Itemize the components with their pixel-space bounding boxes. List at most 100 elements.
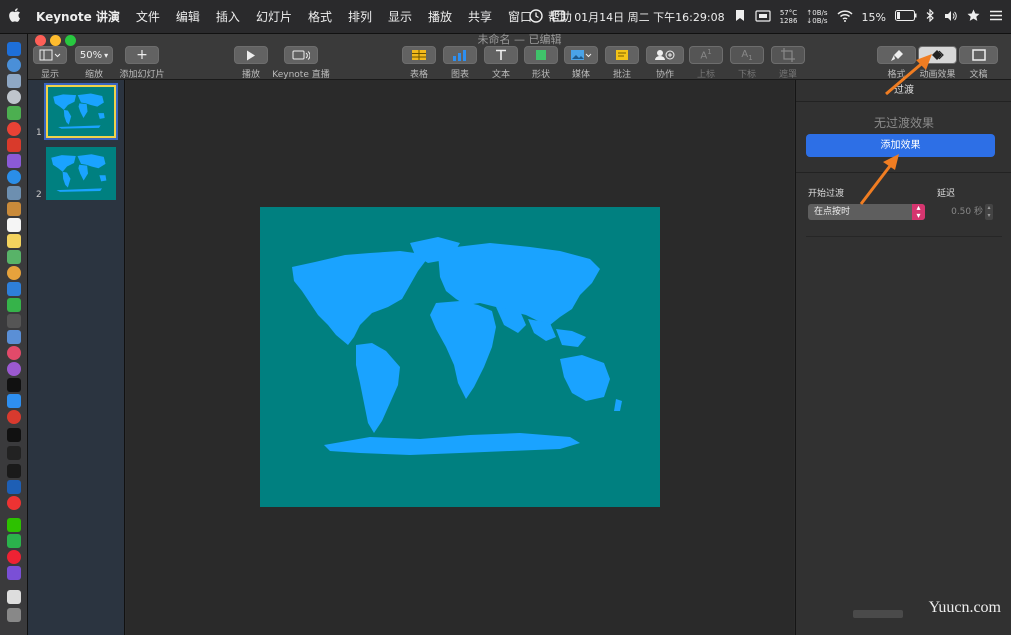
terminal-icon[interactable]	[7, 428, 21, 442]
cpu-icon[interactable]	[754, 9, 771, 25]
list-menu-icon[interactable]	[989, 10, 1003, 24]
finalcut-icon[interactable]	[7, 566, 21, 580]
menu-arrange[interactable]: 排列	[340, 8, 380, 25]
menu-format[interactable]: 格式	[300, 8, 340, 25]
volume-icon[interactable]	[944, 10, 958, 25]
delay-stepper[interactable]: ▴ ▾	[985, 204, 993, 220]
photos-icon[interactable]	[7, 266, 21, 280]
menu-view[interactable]: 显示	[380, 8, 420, 25]
shape-button[interactable]	[524, 46, 558, 64]
animate-button[interactable]	[918, 46, 957, 64]
wechat-icon[interactable]	[7, 518, 21, 532]
superscript-button[interactable]: A1	[689, 46, 723, 64]
menu-file[interactable]: 文件	[128, 8, 168, 25]
text-button[interactable]	[484, 46, 518, 64]
maps-icon[interactable]	[7, 250, 21, 264]
add-effect-button[interactable]: 添加效果	[806, 134, 995, 157]
safari-icon[interactable]	[7, 170, 21, 184]
collaborate-icon	[655, 50, 675, 60]
bookmark-icon[interactable]	[734, 9, 746, 25]
datetime[interactable]: 01月14日 周二 下午16:29:08	[574, 9, 724, 25]
apple-menu-icon[interactable]	[0, 7, 30, 26]
document-button[interactable]	[959, 46, 998, 64]
keynote-live-button[interactable]	[284, 46, 318, 64]
media-icon	[571, 50, 592, 60]
menu-edit[interactable]: 编辑	[168, 8, 208, 25]
battery-icon[interactable]	[895, 10, 917, 24]
launchpad-icon[interactable]	[7, 74, 21, 88]
facetime-icon[interactable]	[7, 298, 21, 312]
vpn-icon[interactable]	[7, 480, 21, 494]
chrome-icon[interactable]	[7, 122, 21, 136]
console-icon[interactable]	[7, 464, 21, 478]
play-button[interactable]	[234, 46, 268, 64]
view-button[interactable]	[33, 46, 67, 64]
transition-inspector: 过渡 无过渡效果 添加效果 开始过渡 延迟 在点按时 ▴ ▾ 0.50 秒 ▴ ▾	[795, 80, 1011, 635]
rocket-icon[interactable]	[7, 90, 21, 104]
zoom-select[interactable]: 50% ▾	[75, 46, 113, 64]
format-button[interactable]	[877, 46, 916, 64]
temperature-readout[interactable]: 57°C 1286	[780, 9, 798, 25]
slide-thumbnail-1[interactable]	[44, 83, 118, 140]
calendar-icon[interactable]	[552, 9, 565, 25]
android-icon[interactable]	[7, 106, 21, 120]
table-button[interactable]	[402, 46, 436, 64]
preview-icon[interactable]	[7, 186, 21, 200]
chart-button[interactable]	[443, 46, 477, 64]
podcasts-icon[interactable]	[7, 362, 21, 376]
collaborate-button[interactable]	[646, 46, 684, 64]
yandex-icon[interactable]	[7, 496, 21, 510]
add-slide-button[interactable]: +	[125, 46, 159, 64]
notes-icon[interactable]	[7, 202, 21, 216]
wifi-icon[interactable]	[837, 9, 853, 25]
menu-insert[interactable]: 插入	[208, 8, 248, 25]
animate-label: 动画效果	[919, 70, 956, 80]
appstore-icon[interactable]	[7, 394, 21, 408]
app-purple-icon[interactable]	[7, 154, 21, 168]
subscript-button[interactable]: A1	[730, 46, 764, 64]
media-button[interactable]	[564, 46, 598, 64]
calendar-dock-icon[interactable]	[7, 218, 21, 232]
keynote-dock-icon[interactable]	[7, 330, 21, 344]
menu-slide[interactable]: 幻灯片	[248, 8, 300, 25]
mask-button[interactable]	[771, 46, 805, 64]
resize-handle[interactable]	[853, 610, 903, 618]
camera-icon[interactable]	[7, 314, 21, 328]
window-title: 未命名 — 已编辑	[477, 33, 562, 46]
comment-button[interactable]	[605, 46, 639, 64]
slide-thumbnail-2[interactable]	[46, 147, 116, 200]
finder-icon[interactable]	[7, 42, 21, 56]
netease-music-icon[interactable]	[7, 550, 21, 564]
document-icon	[971, 49, 986, 61]
network-speed[interactable]: ↑0B/s ↓0B/s	[806, 9, 827, 25]
transition-tab[interactable]: 过渡	[796, 80, 1011, 102]
activity-monitor-icon[interactable]	[7, 446, 21, 460]
app-red-icon[interactable]	[7, 138, 21, 152]
menu-play[interactable]: 播放	[420, 8, 460, 25]
messages-icon[interactable]	[7, 282, 21, 296]
music-icon[interactable]	[7, 346, 21, 360]
battery-percent[interactable]: 15%	[862, 11, 886, 24]
play-icon	[247, 50, 255, 60]
start-transition-select[interactable]: 在点按时 ▴ ▾	[808, 204, 925, 220]
trash-icon[interactable]	[7, 608, 21, 622]
world-map-thumbnail	[51, 154, 107, 192]
menu-share[interactable]: 共享	[460, 8, 500, 25]
star-icon[interactable]	[967, 9, 980, 25]
menu-bar: Keynote 讲演 文件 编辑 插入 幻灯片 格式 排列 显示 播放 共享 窗…	[0, 0, 1011, 34]
document-icon[interactable]	[7, 590, 21, 604]
keynote-window: 未命名 — 已编辑 显示 50% ▾ 缩放 + 添加幻灯片 播放 Keynote …	[28, 33, 1011, 635]
stickies-icon[interactable]	[7, 234, 21, 248]
vivaldi-icon[interactable]	[7, 410, 21, 424]
chart-label: 图表	[450, 70, 469, 80]
timemachine-icon[interactable]	[529, 8, 543, 26]
delay-field[interactable]: 0.50 秒	[937, 204, 983, 220]
siri-icon[interactable]	[7, 58, 21, 72]
current-slide[interactable]	[260, 207, 660, 507]
app-green-icon[interactable]	[7, 534, 21, 548]
world-map-image[interactable]	[260, 207, 660, 507]
bluetooth-icon[interactable]	[926, 8, 935, 25]
appletv-icon[interactable]	[7, 378, 21, 392]
app-menu[interactable]: Keynote 讲演	[30, 8, 128, 25]
watermark: Yuucn.com	[928, 599, 1001, 616]
